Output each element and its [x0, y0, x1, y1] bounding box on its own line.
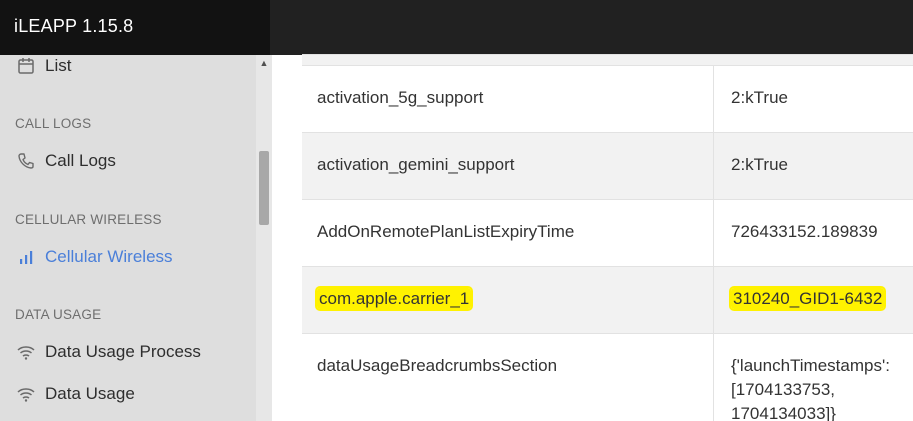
sidebar-scrollbar-thumb[interactable] [259, 151, 269, 225]
wifi-icon [15, 383, 37, 405]
table-row: activation_5g_support 2:kTrue [302, 65, 913, 132]
top-bar: iLEAPP 1.15.8 [0, 0, 913, 55]
table-cell-value: 2:kTrue [731, 155, 789, 174]
section-cellular-wireless: CELLULAR WIRELESS [15, 212, 162, 227]
section-call-logs: CALL LOGS [15, 116, 92, 131]
table-cell-value: 2:kTrue [731, 88, 789, 107]
highlighted-value: 310240_GID1-6432 [731, 288, 885, 309]
highlighted-key: com.apple.carrier_1 [317, 288, 472, 309]
sidebar-item-call-logs[interactable]: Call Logs [15, 148, 116, 174]
table-cell-value: 726433152.189839 [731, 222, 878, 241]
app-title[interactable]: iLEAPP 1.15.8 [0, 0, 270, 55]
sidebar-item-label: List [45, 56, 72, 75]
main-content: activation_5g_support 2:kTrue activation… [272, 54, 913, 421]
scroll-up-arrow-icon[interactable]: ▲ [258, 57, 270, 69]
table-cell-value: {'launchTimestamps': [1704133753, 170413… [731, 356, 890, 421]
phone-icon [15, 150, 37, 172]
table-row: AddOnRemotePlanListExpiryTime 726433152.… [302, 199, 913, 266]
sidebar-item-label: Cellular Wireless [45, 247, 173, 266]
sidebar-item-cellular-wireless[interactable]: Cellular Wireless [15, 244, 173, 270]
table-cell-key: activation_gemini_support [302, 133, 714, 199]
sidebar-item-list[interactable]: List [15, 55, 71, 79]
table-row: dataUsageBreadcrumbsSection {'launchTime… [302, 333, 913, 421]
sidebar-item-label: Data Usage Process [45, 342, 201, 361]
signal-bars-icon [15, 246, 37, 268]
table-cell-key: AddOnRemotePlanListExpiryTime [302, 200, 714, 266]
sidebar-scrollbar[interactable] [256, 55, 272, 421]
table-cell-key: dataUsageBreadcrumbsSection [302, 334, 714, 421]
table-row: activation_gemini_support 2:kTrue [302, 132, 913, 199]
table-cell-key: com.apple.carrier_1 [302, 267, 714, 333]
sidebar-item-data-usage[interactable]: Data Usage [15, 381, 135, 407]
sidebar[interactable]: List CALL LOGS Call Logs CELLULAR WIRELE… [0, 55, 272, 421]
table-row: com.apple.carrier_1 310240_GID1-6432 [302, 266, 913, 333]
table-cell-key: activation_5g_support [302, 66, 714, 132]
table-cell-value: 310240_GID1-6432 [715, 267, 913, 333]
section-data-usage: DATA USAGE [15, 307, 102, 322]
sidebar-item-label: Call Logs [45, 151, 116, 170]
sidebar-item-data-usage-process[interactable]: Data Usage Process [15, 339, 201, 365]
sidebar-item-label: Data Usage [45, 384, 135, 403]
calendar-icon [15, 55, 37, 77]
wifi-icon [15, 341, 37, 363]
